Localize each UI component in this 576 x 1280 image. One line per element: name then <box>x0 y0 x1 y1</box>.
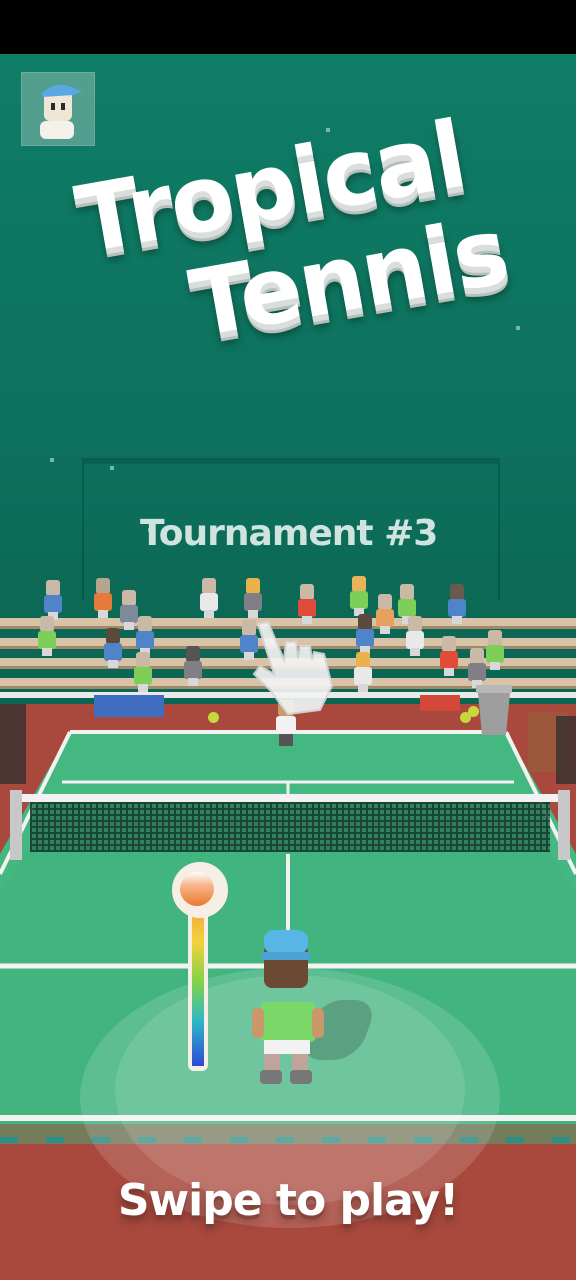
net-tape <box>22 794 562 802</box>
side-spectator <box>556 716 576 784</box>
trash-bin <box>474 683 514 737</box>
tennis-ball <box>468 706 479 717</box>
power-meter-gradient <box>192 906 204 1066</box>
rail-banner <box>94 695 164 717</box>
tournament-label: Tournament #3 <box>140 513 438 554</box>
tennis-ball <box>208 712 219 723</box>
status-bar <box>0 0 576 54</box>
profile-button[interactable] <box>21 72 95 146</box>
tennis-net <box>30 800 550 852</box>
net-post-left <box>10 790 22 860</box>
player-avatar-icon <box>40 84 82 139</box>
side-spectator <box>0 704 26 784</box>
hand-pointer-icon <box>242 616 342 716</box>
player-character <box>250 926 330 1086</box>
net-post-right <box>558 790 570 860</box>
swipe-to-play-prompt: Swipe to play! <box>117 1175 459 1226</box>
rail-banner <box>420 695 460 711</box>
power-meter-fill <box>180 872 214 906</box>
power-meter <box>172 862 228 1072</box>
game-screen[interactable]: Tropical Tennis Tournament #3 Swipe to p… <box>0 0 576 1280</box>
